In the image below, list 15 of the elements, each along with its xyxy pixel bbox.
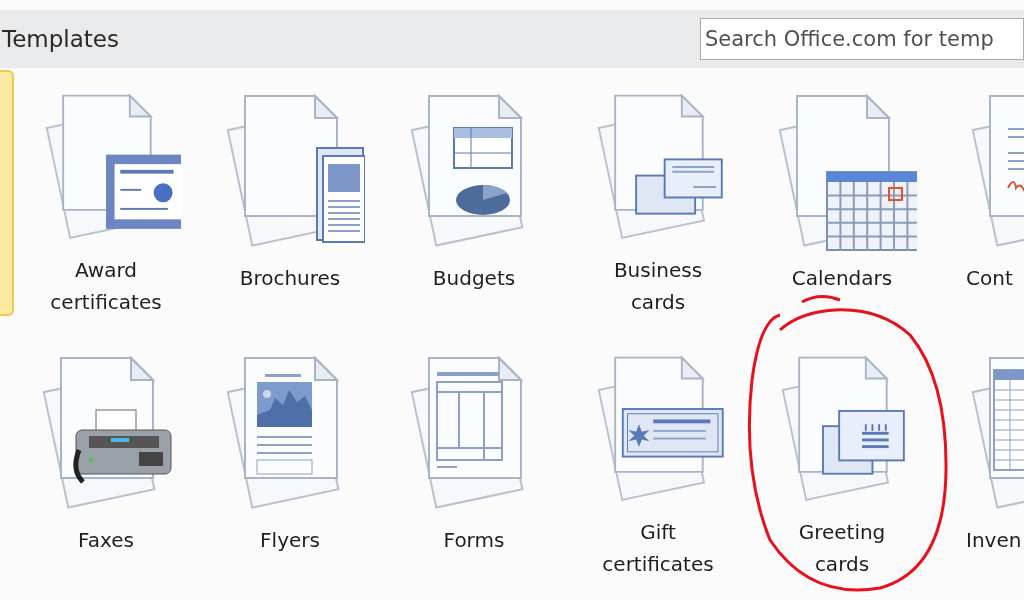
template-label[interactable]: Faxes: [42, 524, 170, 556]
template-tile[interactable]: [0, 70, 14, 316]
template-label[interactable]: Business cards: [594, 254, 722, 318]
template-label[interactable]: Brochures: [226, 262, 354, 294]
template-label[interactable]: Calendars: [778, 262, 906, 294]
section-title: Templates: [1, 26, 119, 52]
template-label[interactable]: Gift certificates: [594, 516, 722, 580]
search-field[interactable]: Search Office.com for temp: [700, 18, 1024, 60]
template-label[interactable]: Greeting cards: [778, 516, 906, 580]
template-label[interactable]: Award certificates: [42, 254, 170, 318]
template-label[interactable]: Forms: [410, 524, 538, 556]
template-label[interactable]: Cont: [966, 262, 1013, 294]
template-label[interactable]: Inven: [966, 524, 1022, 556]
template-label[interactable]: Budgets: [410, 262, 538, 294]
template-label[interactable]: Flyers: [226, 524, 354, 556]
